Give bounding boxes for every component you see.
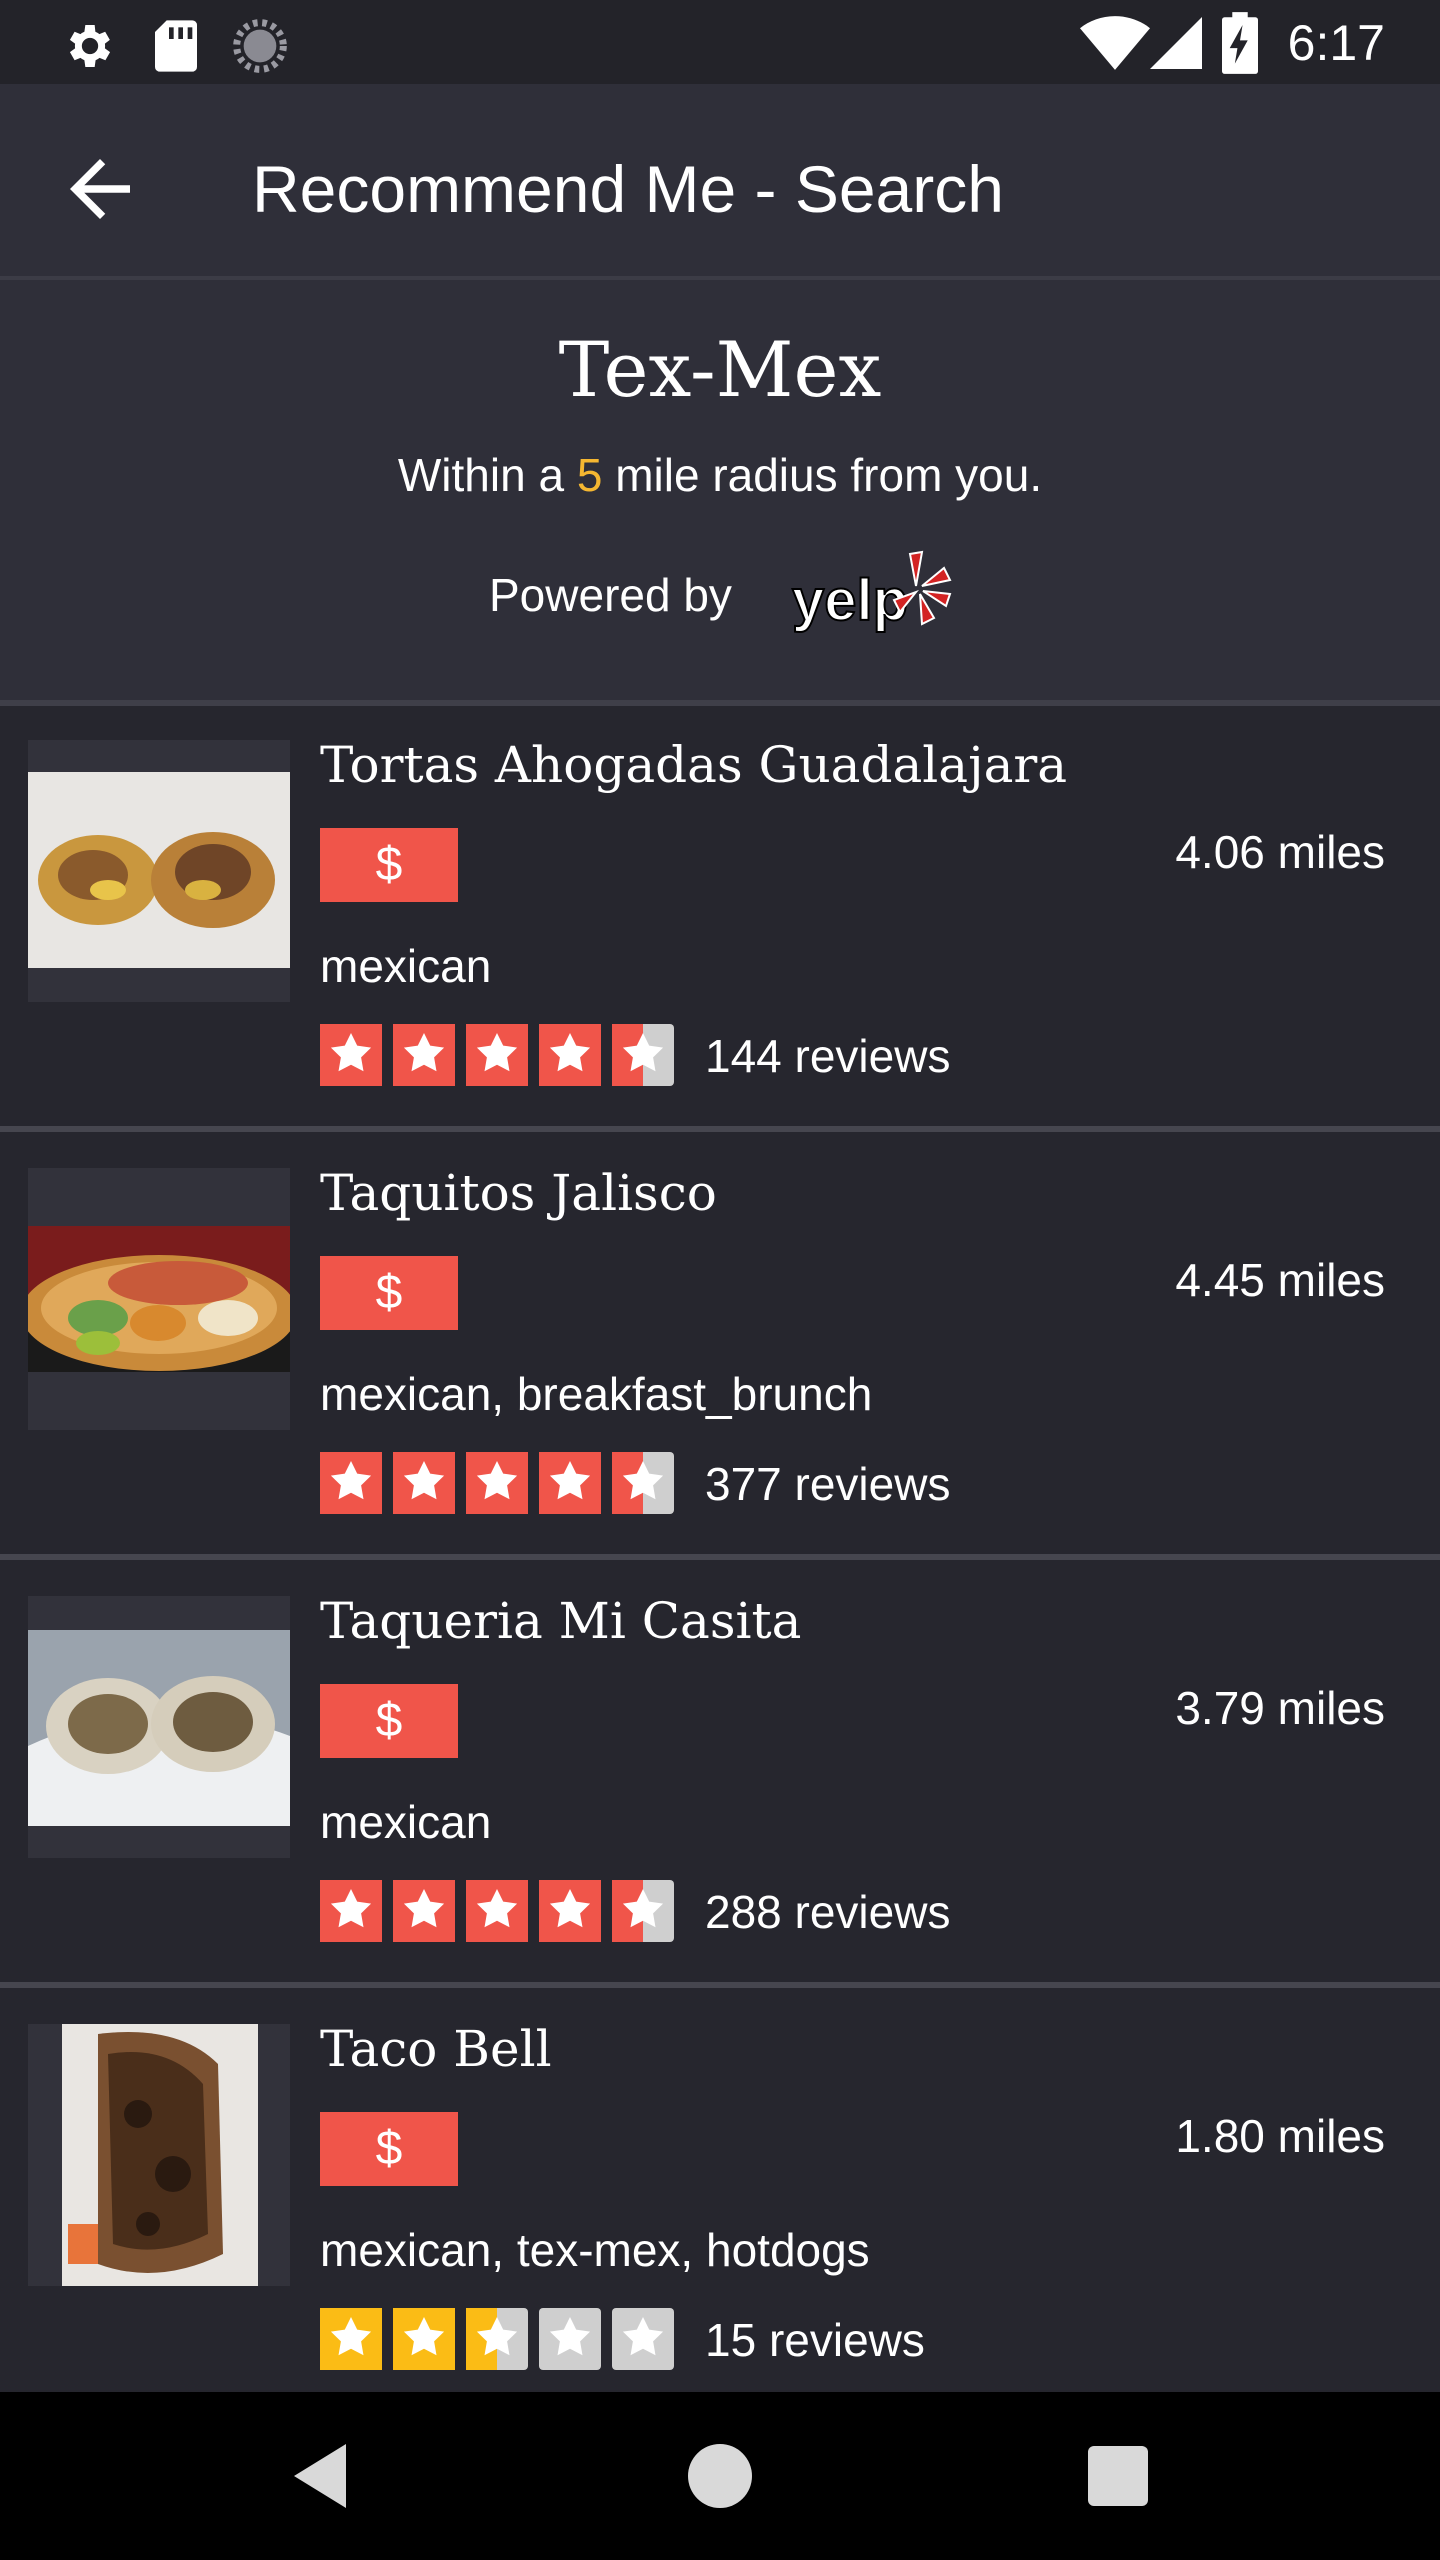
star-icon	[320, 1024, 382, 1086]
sd-card-icon	[155, 20, 197, 72]
star-icon	[612, 1880, 674, 1942]
cuisine-title: Tex-Mex	[558, 325, 882, 414]
star-rating	[320, 1452, 674, 1514]
restaurant-photo	[28, 2024, 290, 2286]
restaurant-photo	[28, 740, 290, 1002]
radius-suffix: mile radius from you.	[602, 449, 1043, 501]
price-badge: $	[320, 2112, 458, 2186]
divider	[0, 1554, 1440, 1560]
arrow-back-icon[interactable]	[55, 144, 145, 234]
restaurant-card[interactable]: Tortas Ahogadas Guadalajara $ 4.06 miles…	[0, 710, 1440, 1132]
star-rating	[320, 1024, 674, 1086]
distance: 4.45 miles	[1175, 1254, 1385, 1306]
restaurant-card[interactable]: Taco Bell $ 1.80 miles mexican, tex-mex,…	[0, 1994, 1440, 2392]
star-icon	[612, 1452, 674, 1514]
star-icon	[539, 1880, 601, 1942]
status-bar: 6:17	[0, 0, 1440, 84]
star-icon	[393, 1452, 455, 1514]
star-icon	[393, 2308, 455, 2370]
star-icon	[466, 2308, 528, 2370]
powered-by-label: Powered by	[489, 569, 732, 621]
search-header: Tex-Mex Within a 5 mile radius from you.…	[0, 280, 1440, 706]
distance: 1.80 miles	[1175, 2110, 1385, 2162]
recents-square-icon[interactable]	[1078, 2436, 1158, 2516]
radius-prefix: Within a	[397, 449, 577, 501]
star-icon	[612, 1024, 674, 1086]
app-bar: Recommend Me - Search	[0, 84, 1440, 280]
divider	[0, 1126, 1440, 1132]
restaurant-photo	[28, 1168, 290, 1430]
star-icon	[466, 1452, 528, 1514]
navigation-bar	[0, 2392, 1440, 2560]
restaurant-name: Taco Bell	[320, 2020, 552, 2078]
restaurant-name: Taqueria Mi Casita	[320, 1592, 802, 1650]
review-count: 377 reviews	[705, 1458, 951, 1510]
yelp-logo[interactable]: yelp	[790, 550, 955, 645]
svg-text:yelp: yelp	[792, 568, 908, 633]
page-title: Recommend Me - Search	[252, 152, 1004, 226]
review-count: 288 reviews	[705, 1886, 951, 1938]
restaurant-name: Tortas Ahogadas Guadalajara	[320, 736, 1068, 794]
price-badge: $	[320, 828, 458, 902]
signal-icon	[1150, 17, 1202, 69]
review-count: 15 reviews	[705, 2314, 925, 2366]
star-rating	[320, 1880, 674, 1942]
star-icon	[393, 1024, 455, 1086]
distance: 3.79 miles	[1175, 1682, 1385, 1734]
star-icon	[320, 1452, 382, 1514]
restaurant-photo	[28, 1596, 290, 1858]
star-icon	[320, 1880, 382, 1942]
star-rating	[320, 2308, 674, 2370]
status-time: 6:17	[1287, 15, 1385, 71]
categories: mexican, breakfast_brunch	[320, 1368, 873, 1420]
star-icon	[539, 1452, 601, 1514]
battery-charging-icon	[1222, 12, 1258, 74]
loading-icon	[233, 19, 287, 73]
divider	[0, 1982, 1440, 1988]
back-triangle-icon[interactable]	[282, 2436, 362, 2516]
star-icon	[612, 2308, 674, 2370]
price-badge: $	[320, 1256, 458, 1330]
categories: mexican	[320, 940, 492, 992]
radius-text: Within a 5 mile radius from you.	[0, 445, 1440, 505]
radius-value: 5	[576, 449, 603, 501]
distance: 4.06 miles	[1175, 826, 1385, 878]
wifi-icon	[1080, 16, 1150, 70]
star-icon	[393, 1880, 455, 1942]
star-icon	[466, 1880, 528, 1942]
restaurant-name: Taquitos Jalisco	[320, 1164, 717, 1222]
price-badge: $	[320, 1684, 458, 1758]
star-icon	[539, 1024, 601, 1086]
home-circle-icon[interactable]	[680, 2436, 760, 2516]
star-icon	[320, 2308, 382, 2370]
categories: mexican	[320, 1796, 492, 1848]
categories: mexican, tex-mex, hotdogs	[320, 2224, 870, 2276]
settings-icon	[69, 25, 111, 67]
restaurant-card[interactable]: Taqueria Mi Casita $ 3.79 miles mexican …	[0, 1566, 1440, 1988]
star-icon	[539, 2308, 601, 2370]
star-icon	[466, 1024, 528, 1086]
review-count: 144 reviews	[705, 1030, 951, 1082]
restaurant-card[interactable]: Taquitos Jalisco $ 4.45 miles mexican, b…	[0, 1138, 1440, 1560]
